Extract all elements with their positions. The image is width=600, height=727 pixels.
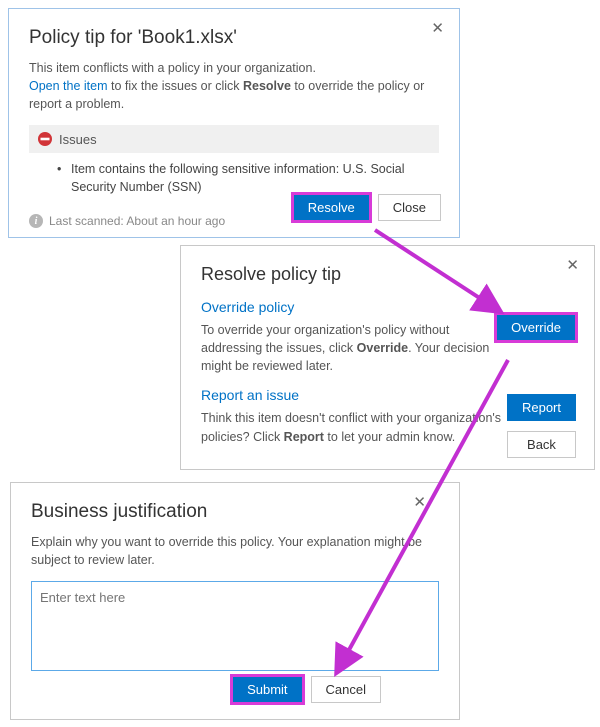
report-description: Think this item doesn't conflict with yo… [201,409,511,445]
issues-header: Issues [29,125,439,153]
close-icon[interactable]: ✕ [426,17,449,39]
back-button[interactable]: Back [507,431,576,458]
last-scanned-text: Last scanned: About an hour ago [49,214,225,228]
dialog-title: Business justification [31,501,439,523]
resolve-button[interactable]: Resolve [293,194,370,221]
info-icon: i [29,214,43,228]
policy-tip-dialog: ✕ Policy tip for 'Book1.xlsx' This item … [8,8,460,238]
issue-list-item: Item contains the following sensitive in… [57,161,439,196]
issues-label: Issues [59,132,97,147]
close-button[interactable]: Close [378,194,441,221]
dialog-description: This item conflicts with a policy in you… [29,59,439,113]
close-icon[interactable]: ✕ [408,491,431,513]
report-heading: Report an issue [201,387,511,403]
cancel-button[interactable]: Cancel [311,676,381,703]
dialog-title: Policy tip for 'Book1.xlsx' [29,27,439,49]
override-button[interactable]: Override [496,314,576,341]
open-item-link[interactable]: Open the item [29,79,108,93]
resolve-policy-dialog: ✕ Resolve policy tip Override policy To … [180,245,595,470]
override-heading: Override policy [201,299,511,315]
dialog-description: Explain why you want to override this po… [31,533,439,569]
no-entry-icon [37,131,53,147]
override-description: To override your organization's policy w… [201,321,511,375]
business-justification-dialog: ✕ Business justification Explain why you… [10,482,460,720]
report-button[interactable]: Report [507,394,576,421]
dialog-title: Resolve policy tip [201,264,574,285]
close-icon[interactable]: ✕ [561,254,584,276]
submit-button[interactable]: Submit [232,676,302,703]
justification-input[interactable] [31,581,439,671]
